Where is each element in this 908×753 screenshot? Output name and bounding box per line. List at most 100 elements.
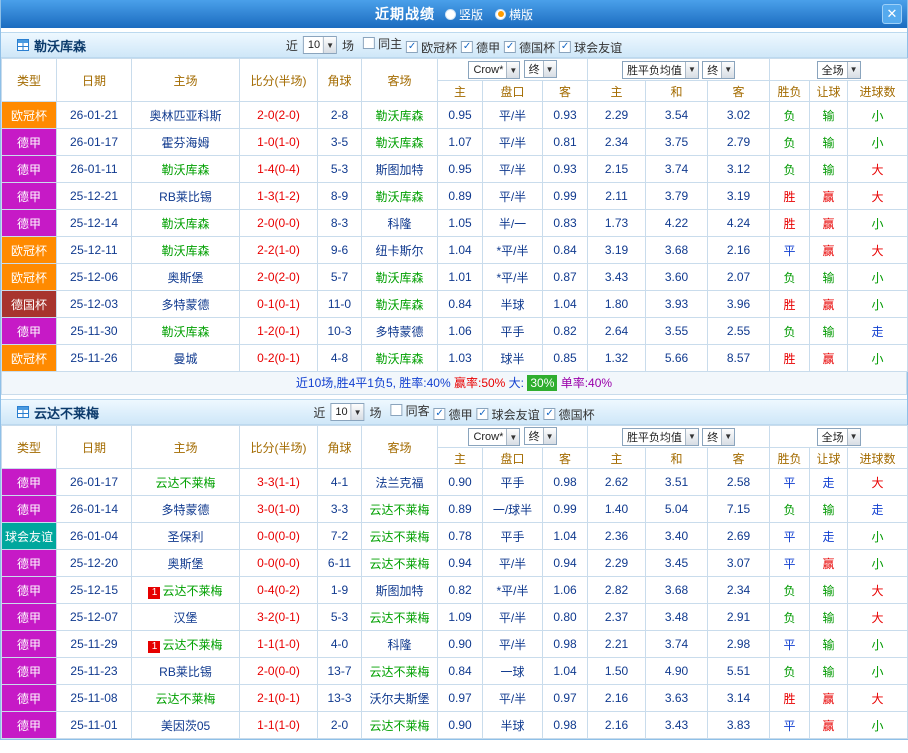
corners: 7-2 [317, 522, 362, 550]
checkbox-icon[interactable] [363, 37, 376, 49]
odds-handicap: 半/一 [482, 209, 543, 237]
col-avg-draw: 和 [645, 80, 709, 102]
league-badge: 德甲 [1, 603, 57, 631]
avg-select[interactable]: 胜平负均值 ▼ [621, 60, 699, 79]
team-name: 云达不莱梅 [155, 475, 216, 490]
col-home: 主场 [131, 58, 240, 102]
league-badge: 德甲 [1, 576, 57, 604]
odds-company-select[interactable]: Crow* ▼ [468, 428, 521, 446]
avg-home: 2.16 [587, 711, 647, 739]
team-name: 奥林匹亚科斯 [149, 108, 222, 123]
result-handicap: 赢 [809, 344, 849, 372]
result-handicap: 赢 [809, 684, 849, 712]
odds-final-select[interactable]: 终 ▼ [523, 60, 557, 78]
team-name: 云达不莱梅 [369, 502, 430, 517]
match-count-select[interactable]: 10 ▼ [330, 403, 365, 421]
corners: 10-3 [317, 317, 362, 345]
filter-option-同主[interactable]: 同主 [363, 35, 402, 52]
match-count-select[interactable]: 10 ▼ [302, 36, 338, 54]
match-row: 德国杯 25-12-03 多特蒙德 0-1(0-1) 11-0 勒沃库森 0.84 半球 1.0… [1, 290, 908, 318]
avg-home: 2.34 [587, 128, 647, 156]
chevron-down-icon: ▼ [684, 428, 698, 445]
odds-header: Crow* ▼ 终 ▼ [436, 425, 589, 448]
result-goals: 走 [847, 495, 908, 523]
team-name-label: 勒沃库森 [34, 38, 87, 54]
match-date: 25-11-08 [56, 684, 132, 712]
checkbox-icon[interactable] [504, 41, 517, 53]
match-date: 26-01-21 [56, 101, 132, 129]
odds-final-select[interactable]: 终 ▼ [523, 427, 557, 445]
checkbox-icon[interactable] [433, 408, 446, 420]
checkbox-icon[interactable] [559, 41, 572, 53]
checkbox-icon[interactable] [390, 404, 403, 416]
filter-option-德甲[interactable]: 德甲 [461, 39, 500, 56]
odds-home: 0.94 [437, 549, 483, 577]
scope-select[interactable]: 全场 ▼ [816, 427, 861, 446]
checkbox-icon[interactable] [476, 408, 489, 420]
match-date: 25-11-26 [56, 344, 132, 372]
radio-icon[interactable] [495, 8, 506, 20]
corners: 3-3 [317, 495, 362, 523]
avg-select[interactable]: 胜平负均值 ▼ [621, 427, 699, 446]
filter-option-球会友谊[interactable]: 球会友谊 [476, 406, 540, 423]
corners: 13-7 [317, 657, 362, 685]
team-name: RB莱比锡 [159, 664, 212, 679]
avg-draw: 3.55 [645, 317, 709, 345]
scope-select[interactable]: 全场 ▼ [816, 60, 861, 79]
chevron-down-icon: ▼ [506, 429, 520, 445]
result-goals: 小 [847, 101, 908, 129]
avg-home: 1.73 [587, 209, 647, 237]
corners: 11-0 [317, 290, 362, 318]
odds-handicap: 半球 [482, 711, 543, 739]
odds-home: 0.97 [437, 684, 483, 712]
avg-final-select[interactable]: 终 ▼ [702, 427, 736, 446]
odds-company-select[interactable]: Crow* ▼ [468, 61, 521, 79]
score: 3-0(1-0) [239, 495, 318, 523]
matches-table: 类型 日期 主场 比分(半场) 角球 客场 Crow* ▼ 终 ▼ 胜平负均值 ▼ 终… [1, 58, 908, 372]
away-team-cell: 沃尔夫斯堡 [361, 684, 438, 712]
checkbox-icon[interactable] [406, 41, 419, 53]
radio-icon[interactable] [444, 8, 456, 20]
odds-away: 1.04 [541, 522, 589, 550]
avg-home: 2.37 [587, 603, 647, 631]
filter-option-球会友谊[interactable]: 球会友谊 [559, 39, 622, 56]
filter-option-欧冠杯[interactable]: 欧冠杯 [406, 39, 457, 56]
home-team-cell: 云达不莱梅 [131, 684, 240, 712]
corners: 13-3 [317, 684, 362, 712]
filter-option-label: 德甲 [448, 407, 473, 422]
filter-option-label: 德国杯 [558, 407, 595, 422]
odds-away: 0.83 [541, 209, 589, 237]
away-team-cell: 勒沃库森 [361, 128, 438, 156]
avg-home: 2.11 [587, 182, 647, 210]
avg-away: 3.12 [707, 155, 771, 183]
filter-option-德国杯[interactable]: 德国杯 [543, 406, 595, 423]
result-outcome: 负 [769, 576, 811, 604]
team-name: 多特蒙德 [161, 297, 210, 312]
avg-final-select[interactable]: 终 ▼ [702, 60, 736, 79]
corners: 5-3 [317, 603, 362, 631]
league-badge: 欧冠杯 [1, 344, 57, 372]
view-option-horizontal[interactable]: 横版 [495, 6, 533, 23]
checkbox-icon[interactable] [543, 408, 556, 420]
result-outcome: 负 [769, 128, 811, 156]
league-badge: 德甲 [1, 468, 57, 496]
odds-handicap: *平/半 [482, 263, 543, 291]
avg-draw: 3.75 [645, 128, 709, 156]
filter-option-德国杯[interactable]: 德国杯 [504, 39, 555, 56]
avg-away: 3.96 [707, 290, 771, 318]
checkbox-icon[interactable] [461, 41, 474, 53]
view-option-vertical[interactable]: 竖版 [444, 6, 483, 23]
league-badge: 德甲 [1, 711, 57, 739]
league-badge: 欧冠杯 [1, 101, 57, 129]
team-name: 圣保利 [167, 529, 204, 544]
result-handicap: 输 [809, 576, 849, 604]
home-team-cell: 勒沃库森 [131, 236, 240, 264]
filter-option-德甲[interactable]: 德甲 [433, 406, 473, 423]
avg-away: 3.02 [707, 101, 771, 129]
summary-part: 近10场,胜4平1负5, 胜率:40% [295, 376, 454, 390]
result-handicap: 赢 [809, 209, 849, 237]
match-row: 德甲 25-11-30 勒沃库森 1-2(0-1) 10-3 多特蒙德 1.06 平手 0.82… [1, 317, 908, 345]
filter-option-同客[interactable]: 同客 [390, 402, 430, 419]
close-button[interactable]: ✕ [882, 4, 902, 24]
result-goals: 小 [847, 344, 908, 372]
